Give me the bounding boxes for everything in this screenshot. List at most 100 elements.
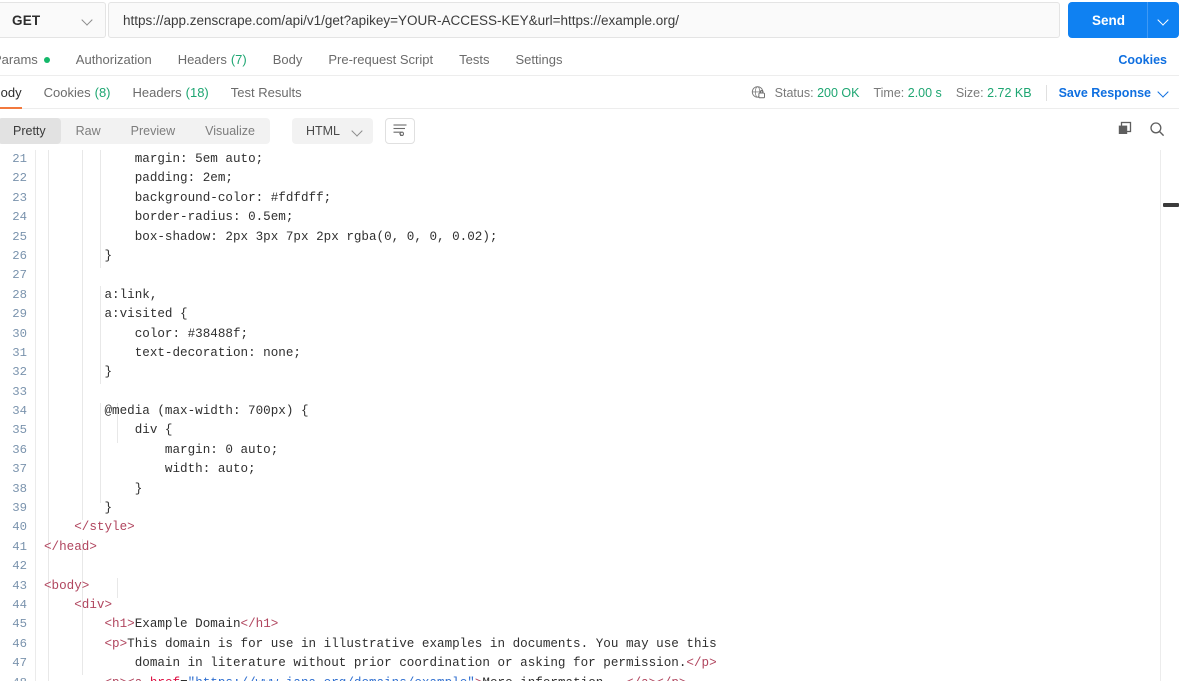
chevron-down-icon: [352, 126, 363, 137]
code-line-number: 22: [12, 171, 27, 186]
code-line-number: 35: [12, 423, 27, 438]
request-tab-body[interactable]: Body: [273, 52, 303, 67]
copy-icon[interactable]: [1117, 121, 1133, 142]
scrollbar-thumb[interactable]: [1163, 203, 1179, 207]
code-line-number: 41: [12, 539, 27, 554]
code-token-tag: <div>: [74, 597, 113, 612]
request-tab-headers[interactable]: Headers (7): [178, 52, 247, 67]
view-mode-raw[interactable]: Raw: [61, 118, 116, 144]
code-token-tag: <p><a: [104, 676, 149, 681]
request-tab-label: Tests: [459, 52, 490, 67]
response-time: Time: 2.00 s: [873, 85, 942, 100]
code-token-txt: =: [180, 676, 188, 681]
request-url-bar: GET https://app.zenscrape.com/api/v1/get…: [0, 0, 1179, 40]
send-button[interactable]: Send: [1067, 2, 1147, 38]
save-response-button[interactable]: Save Response: [1059, 86, 1169, 100]
code-line-content: width: auto;: [35, 460, 256, 479]
code-line-number: 46: [12, 636, 27, 651]
code-line-number: 48: [0, 674, 35, 681]
send-options-button[interactable]: [1147, 2, 1179, 38]
code-line-number: 29: [12, 307, 27, 322]
view-mode-pretty[interactable]: Pretty: [0, 118, 61, 144]
code-token-str: ": [467, 676, 475, 681]
save-response-label: Save Response: [1058, 85, 1151, 100]
wrap-lines-icon: [392, 122, 408, 141]
request-tab-pre-request-script[interactable]: Pre-request Script: [328, 52, 433, 67]
code-token-tag: <p>: [104, 636, 128, 651]
viewer-actions: [1117, 121, 1165, 142]
code-line: 45 <h1>Example Domain</h1>: [0, 615, 1179, 634]
code-line: 46 <p>This domain is for use in illustra…: [0, 635, 1179, 654]
code-line: 37 width: auto;: [0, 460, 1179, 479]
request-tab-tests[interactable]: Tests: [459, 52, 489, 67]
code-line-content: domain in literature without prior coord…: [35, 654, 717, 673]
response-format-selector[interactable]: HTML: [291, 118, 373, 144]
code-token-txt: text-decoration: none;: [134, 345, 301, 360]
code-line: 28 a:link,: [0, 286, 1179, 305]
wrap-lines-button[interactable]: [384, 118, 415, 144]
code-line: 40 </style>: [0, 518, 1179, 537]
code-line-number: 36: [12, 442, 27, 457]
code-line-number: 44: [12, 597, 27, 612]
code-line-content: <p>This domain is for use in illustrativ…: [35, 635, 716, 654]
code-line: 39 }: [0, 499, 1179, 518]
response-format-label: HTML: [305, 124, 340, 138]
response-tab-bar: Body Cookies(8) Headers(18) Test Results St…: [0, 77, 1179, 109]
cookies-link[interactable]: Cookies: [1118, 53, 1167, 67]
request-tab-authorization[interactable]: Authorization: [76, 52, 152, 67]
request-tab-settings[interactable]: Settings: [515, 52, 562, 67]
code-token-txt: More information...: [482, 676, 626, 681]
code-line-number: 21: [12, 152, 27, 166]
response-tab-cookies[interactable]: Cookies (8): [44, 77, 111, 109]
code-token-txt: @media (max-width: 700px) {: [104, 404, 309, 419]
view-mode-preview[interactable]: Preview: [116, 118, 190, 144]
http-method-selector[interactable]: GET: [0, 2, 106, 38]
code-token-txt: Example Domain: [134, 617, 241, 632]
request-tab-params[interactable]: Params: [0, 52, 50, 67]
send-button-group: Send: [1067, 2, 1179, 38]
code-token-txt: width: auto;: [164, 462, 256, 477]
response-tab-label: Cookies: [43, 85, 91, 100]
code-line-number: 34: [12, 404, 27, 419]
chevron-down-icon: [82, 15, 93, 26]
code-token-txt: color: #38488f;: [134, 326, 249, 341]
chevron-down-icon: [1158, 87, 1169, 98]
code-token-txt: }: [104, 365, 113, 380]
code-line: 34 @media (max-width: 700px) {: [0, 402, 1179, 421]
request-tab-label: Settings: [515, 52, 563, 67]
code-line-number: 32: [12, 365, 27, 380]
code-line-number: 45: [12, 617, 27, 632]
code-line-number: 31: [12, 345, 27, 360]
search-icon[interactable]: [1149, 121, 1165, 142]
response-tab-headers[interactable]: Headers (18): [133, 77, 209, 109]
code-token-tag: </a></p>: [626, 676, 686, 681]
code-line: 22 padding: 2em;: [0, 169, 1179, 188]
code-line-content: background-color: #fdfdff;: [35, 189, 332, 208]
request-tab-label: Body: [272, 52, 303, 67]
code-token-tag: </h1>: [240, 617, 279, 632]
code-token-txt: margin: 5em auto;: [134, 152, 264, 166]
response-tab-body[interactable]: Body: [0, 77, 22, 109]
response-tab-test-results[interactable]: Test Results: [231, 77, 302, 109]
request-url-input[interactable]: https://app.zenscrape.com/api/v1/get?api…: [108, 2, 1060, 38]
code-line-number: 26: [12, 248, 27, 263]
code-line-number: 47: [12, 656, 27, 671]
code-line: 32 }: [0, 363, 1179, 382]
request-tab-label: Authorization: [75, 52, 152, 67]
code-token-txt: border-radius: 0.5em;: [134, 210, 294, 225]
view-mode-visualize[interactable]: Visualize: [190, 118, 270, 144]
code-line-number: 40: [12, 520, 27, 535]
code-line: 41 </head>: [0, 538, 1179, 557]
code-token-str-link[interactable]: https://www.iana.org/domains/example: [195, 676, 467, 681]
code-line: 48 <p><a href= "https://www.iana.org/doma…: [0, 674, 1179, 681]
code-line-content: </head>: [35, 538, 97, 557]
code-token-txt: box-shadow: 2px 3px 7px 2px rgba(0, 0, 0…: [134, 229, 498, 244]
code-token-txt: padding: 2em;: [134, 171, 233, 186]
code-line-content: }: [35, 247, 112, 266]
request-tab-count: (7): [230, 52, 247, 67]
code-line-content: }: [35, 363, 112, 382]
code-line-number: 39: [12, 501, 27, 516]
response-body-code-viewer[interactable]: 21 margin: 5em auto; 22 padding: 2em; 23 b…: [0, 150, 1179, 681]
code-token-tag: </head>: [44, 539, 97, 554]
code-line-content: box-shadow: 2px 3px 7px 2px rgba(0, 0, 0…: [35, 228, 498, 247]
